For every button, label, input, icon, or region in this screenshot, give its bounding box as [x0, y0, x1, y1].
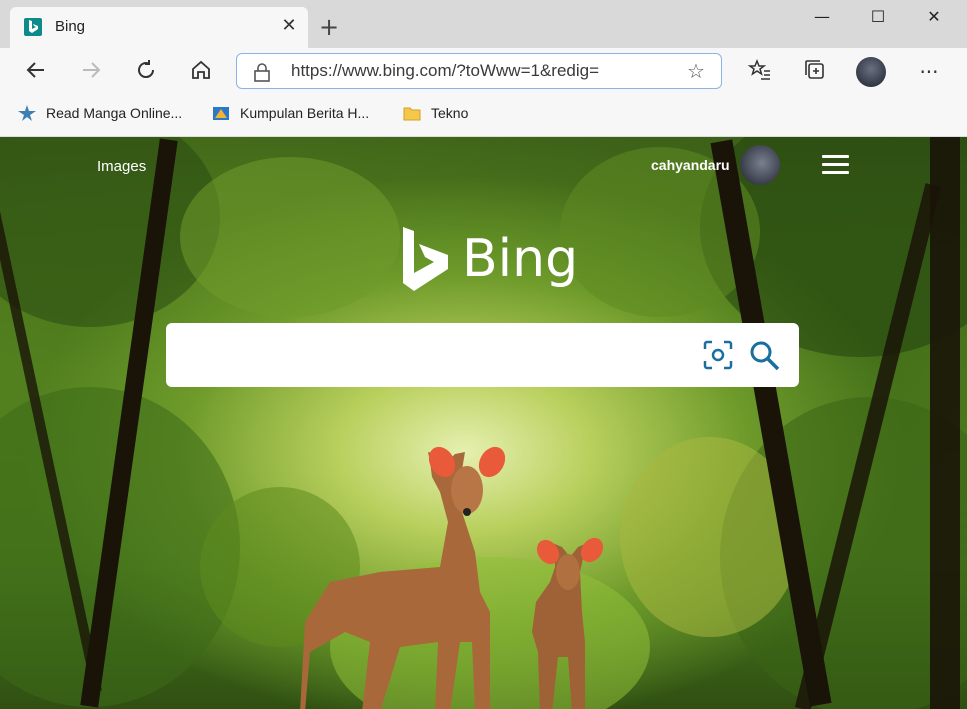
back-button[interactable] — [22, 58, 50, 86]
url-text[interactable]: https://www.bing.com/?toWww=1&redig= — [291, 61, 599, 81]
refresh-button[interactable] — [132, 58, 160, 86]
title-bar: Bing ✕ + — ☐ ✕ — [0, 0, 967, 48]
bookmark-folder-tekno[interactable]: Tekno — [403, 105, 468, 121]
bookmark-read-manga[interactable]: Read Manga Online... — [18, 105, 182, 121]
lock-icon — [254, 63, 270, 82]
bookmark-label: Kumpulan Berita H... — [240, 105, 370, 121]
deer-illustration — [300, 446, 604, 709]
tab-close-icon[interactable]: ✕ — [278, 15, 300, 37]
navigation-toolbar: https://www.bing.com/?toWww=1&redig= ☆ ·… — [0, 48, 967, 96]
images-link[interactable]: Images — [97, 158, 146, 175]
collections-button[interactable] — [801, 58, 829, 86]
bing-logo-icon — [403, 227, 448, 291]
address-bar[interactable]: https://www.bing.com/?toWww=1&redig= ☆ — [236, 53, 722, 89]
search-icon[interactable] — [749, 340, 781, 372]
favorites-button[interactable] — [746, 58, 774, 86]
favorites-bar: Read Manga Online... Kumpulan Berita H..… — [0, 96, 967, 137]
account-avatar[interactable] — [740, 145, 780, 185]
bing-favicon-icon — [24, 18, 42, 36]
account-username[interactable]: cahyandaru — [651, 157, 730, 173]
maximize-button[interactable]: ☐ — [858, 4, 898, 30]
close-window-button[interactable]: ✕ — [914, 4, 954, 30]
folder-icon — [403, 107, 421, 121]
favorites-list-icon — [747, 58, 770, 80]
collections-icon — [805, 60, 824, 79]
settings-more-button[interactable]: ··· — [915, 58, 943, 86]
maximize-icon: ☐ — [870, 7, 886, 26]
bing-homepage: Images cahyandaru Bing — [0, 137, 967, 709]
manga-site-icon — [18, 105, 36, 121]
news-site-icon — [213, 107, 229, 120]
back-arrow-icon — [26, 62, 44, 78]
visual-search-icon[interactable] — [703, 340, 733, 370]
more-dots-icon: ··· — [919, 60, 939, 84]
tab-title: Bing — [55, 18, 86, 35]
refresh-icon — [138, 60, 155, 79]
bookmark-label: Read Manga Online... — [46, 105, 183, 121]
close-icon: ✕ — [927, 7, 941, 26]
search-box[interactable] — [166, 323, 799, 387]
hamburger-menu-icon[interactable] — [822, 155, 849, 175]
home-icon — [192, 60, 210, 79]
search-input[interactable] — [180, 337, 684, 375]
forward-button[interactable] — [77, 58, 105, 86]
minimize-button[interactable]: — — [802, 4, 842, 30]
profile-avatar[interactable] — [856, 57, 886, 87]
add-favorite-star-icon[interactable]: ☆ — [687, 59, 705, 83]
home-button[interactable] — [187, 58, 215, 86]
bookmark-kumpulan-berita[interactable]: Kumpulan Berita H... — [212, 105, 369, 121]
minimize-icon: — — [814, 7, 830, 26]
tab-bing[interactable]: Bing ✕ — [10, 7, 308, 48]
bookmark-label: Tekno — [431, 105, 469, 121]
bing-logo-text: Bing — [462, 229, 579, 289]
new-tab-button[interactable]: + — [316, 14, 342, 40]
forward-arrow-icon — [83, 62, 101, 78]
